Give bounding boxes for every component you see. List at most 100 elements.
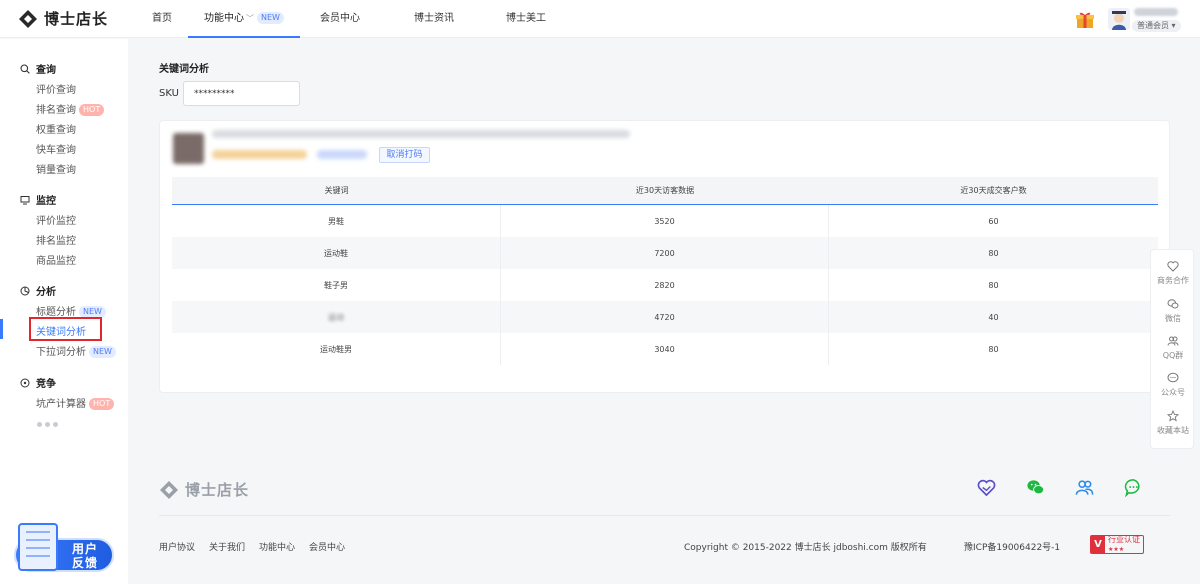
nav-home[interactable]: 首页	[136, 0, 188, 38]
footer-social-icons	[977, 478, 1143, 498]
footer-link-agreement[interactable]: 用户协议	[159, 540, 195, 553]
cell-buyers: 40	[988, 312, 999, 322]
feedback-label: 用户 反馈	[72, 542, 98, 570]
table-row: 运动 4720 40	[172, 301, 1158, 333]
sidebar-group-compete: 竞争	[20, 375, 56, 390]
group-title: 分析	[36, 287, 56, 298]
table-row: 男鞋 3520 60	[172, 205, 1158, 237]
chat-icon[interactable]	[1124, 478, 1143, 498]
icp-license[interactable]: 豫ICP备19006422号-1	[964, 540, 1060, 553]
header-keyword[interactable]: 关键词	[172, 177, 501, 204]
float-bookmark[interactable]: 收藏本站	[1151, 410, 1195, 436]
footer-links: 用户协议 关于我们 功能中心 会员中心	[159, 540, 345, 553]
sidebar-item-review-query[interactable]: 评价查询	[36, 81, 76, 96]
group-icon[interactable]	[1075, 478, 1094, 497]
link-label: 评价监控	[36, 216, 76, 227]
sku-input[interactable]	[183, 81, 300, 106]
nav-news[interactable]: 博士资讯	[398, 0, 470, 38]
link-label: 商品监控	[36, 256, 76, 267]
float-label: 公众号	[1161, 388, 1185, 397]
result-card: 取消打码 关键词 近30天访客数据 近30天成交客户数 男鞋 3520 60 运…	[159, 120, 1170, 393]
wechat-icon[interactable]	[1026, 478, 1045, 497]
float-service-panel: 商务合作 微信 QQ群 公众号 收藏本站	[1150, 249, 1194, 449]
industry-cert-badge[interactable]: V 行业认证 ★★★	[1090, 535, 1144, 554]
member-level-dropdown[interactable]: 普通会员 ▾	[1132, 20, 1181, 32]
cell-keyword: 运动鞋	[172, 237, 501, 269]
gift-icon[interactable]	[1075, 11, 1095, 29]
link-label: 下拉词分析	[36, 347, 86, 358]
link-label: 权重查询	[36, 125, 76, 136]
header-buyers[interactable]: 近30天成交客户数	[829, 177, 1158, 204]
table-row: 运动鞋 7200 80	[172, 237, 1158, 269]
cell-visitors: 2820	[501, 269, 829, 301]
product-tag-blurred	[317, 150, 367, 159]
nav-label: 博士资讯	[413, 13, 454, 24]
feedback-line-2: 反馈	[72, 556, 99, 570]
group-icon	[1167, 336, 1179, 346]
sidebar-item-calculator[interactable]: 坑产计算器 HOT	[36, 395, 115, 410]
nav-design[interactable]: 博士美工	[490, 0, 562, 38]
sku-label: SKU	[159, 88, 179, 99]
float-official-account[interactable]: 公众号	[1151, 372, 1195, 398]
cell-visitors: 4720	[501, 301, 829, 333]
group-title: 查询	[36, 65, 56, 76]
sidebar-item-title-analysis[interactable]: 标题分析 NEW	[36, 303, 106, 318]
nav-label: 功能中心	[204, 13, 244, 24]
avatar[interactable]	[1108, 8, 1130, 30]
highlight-box	[29, 317, 102, 341]
sidebar-item-review-monitor[interactable]: 评价监控	[36, 212, 76, 227]
hot-badge: HOT	[89, 398, 115, 410]
verified-icon: V	[1091, 536, 1105, 553]
handshake-icon	[1167, 261, 1179, 272]
feedback-button[interactable]: 用户 反馈	[12, 521, 116, 573]
float-business[interactable]: 商务合作	[1151, 260, 1195, 286]
footer-link-about[interactable]: 关于我们	[209, 540, 245, 553]
nav-label: 博士美工	[505, 13, 546, 24]
more-icon[interactable]	[37, 422, 58, 427]
link-label: 销量查询	[36, 165, 76, 176]
member-level-label: 普通会员	[1137, 21, 1169, 30]
cert-text: 行业认证	[1108, 535, 1140, 544]
sidebar-item-sales-query[interactable]: 销量查询	[36, 161, 76, 176]
page-title: 关键词分析	[159, 64, 209, 75]
star-icon	[1167, 410, 1179, 422]
nav-member[interactable]: 会员中心	[304, 0, 376, 38]
footer-logo[interactable]: 博士店长	[159, 479, 249, 500]
sidebar-item-express-query[interactable]: 快车查询	[36, 141, 76, 156]
header-visitors[interactable]: 近30天访客数据	[501, 177, 829, 204]
float-qq-group[interactable]: QQ群	[1151, 335, 1195, 361]
cell-visitors: 3520	[501, 205, 829, 237]
handshake-icon[interactable]	[977, 478, 996, 497]
sidebar-item-weight-query[interactable]: 权重查询	[36, 121, 76, 136]
brand-name: 博士店长	[44, 10, 109, 28]
new-badge: NEW	[257, 12, 284, 24]
sidebar-item-product-monitor[interactable]: 商品监控	[36, 252, 76, 267]
cell-keyword: 运动	[172, 301, 501, 333]
feedback-line-1: 用户	[72, 542, 99, 556]
product-title-blurred	[212, 130, 630, 138]
search-icon	[20, 63, 30, 74]
product-image-blurred	[173, 133, 204, 164]
link-label: 排名查询	[36, 105, 76, 116]
sidebar-group-analysis: 分析	[20, 283, 56, 298]
logo[interactable]: 博士店长	[18, 8, 108, 29]
group-title: 竞争	[36, 379, 56, 390]
nav-label: 首页	[152, 13, 172, 24]
analysis-icon	[20, 286, 30, 295]
chevron-down-icon: ﹀	[246, 14, 254, 23]
nav-features[interactable]: 功能中心 ﹀ NEW	[188, 0, 300, 38]
stars-icon: ★★★	[1108, 546, 1125, 553]
float-label: 微信	[1165, 314, 1181, 323]
sidebar-item-dropdown-analysis[interactable]: 下拉词分析 NEW	[36, 343, 116, 358]
cell-buyers: 80	[988, 248, 999, 258]
footer-link-member[interactable]: 会员中心	[309, 540, 345, 553]
float-wechat[interactable]: 微信	[1151, 298, 1195, 324]
sidebar-item-rank-monitor[interactable]: 排名监控	[36, 232, 76, 247]
cancel-mask-button[interactable]: 取消打码	[379, 147, 430, 163]
footer-link-features[interactable]: 功能中心	[259, 540, 295, 553]
footer-divider	[159, 515, 1170, 516]
sidebar-item-rank-query[interactable]: 排名查询 HOT	[36, 101, 105, 116]
float-label: QQ群	[1162, 351, 1184, 360]
brand-logo-icon	[160, 480, 178, 499]
cell-keyword: 运动鞋男	[172, 333, 501, 365]
